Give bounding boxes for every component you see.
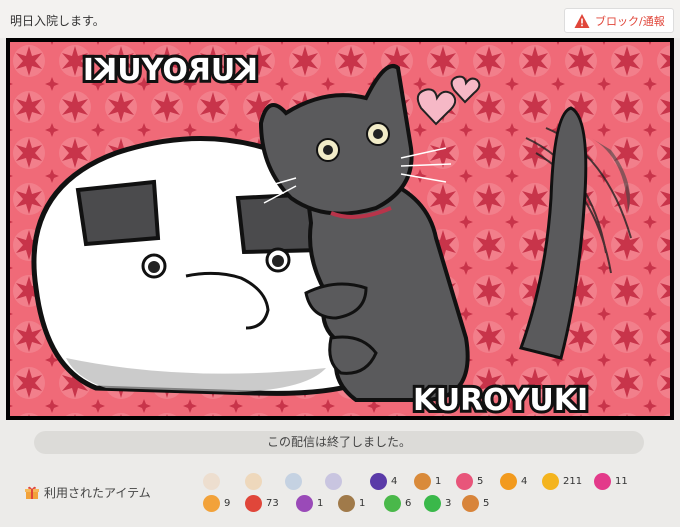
shoe-icon (296, 494, 313, 512)
item-count: 73 (266, 497, 279, 509)
used-item (325, 471, 346, 491)
green-text-icon (424, 494, 441, 512)
stick-icon (338, 494, 355, 512)
bear-icon (414, 472, 431, 490)
video-player[interactable]: KUROYUKI KUROYUKI (6, 38, 674, 420)
item-count: 4 (521, 475, 528, 487)
glowsticks-icon (384, 494, 401, 512)
used-item (245, 471, 266, 491)
ko-icon (203, 494, 220, 512)
used-item (203, 471, 224, 491)
used-item: 1 (414, 471, 441, 491)
block-report-button[interactable]: ブロック/通報 (564, 8, 674, 33)
item-count: 5 (483, 497, 490, 509)
logo-text-top: KUROYUKI (80, 50, 261, 91)
broadcast-title: 明日入院します。 (10, 14, 105, 28)
disc-icon (285, 472, 302, 490)
candy-icon (456, 472, 473, 490)
svg-text:KUROYUKI: KUROYUKI (83, 53, 258, 88)
purple-firework-icon (370, 472, 387, 490)
top-bar: 明日入院します。 ブロック/通報 (0, 0, 680, 38)
gift-icon (25, 486, 39, 499)
used-item: 6 (384, 493, 411, 513)
pink-text-icon (594, 472, 611, 490)
block-report-label: ブロック/通報 (595, 14, 665, 28)
item-count: 11 (615, 475, 628, 487)
used-item: 3 (424, 493, 451, 513)
orange-icon (500, 472, 517, 490)
broadcast-ended-message: この配信は終了しました。 (34, 431, 644, 454)
item-count: 3 (445, 497, 452, 509)
item-count: 6 (405, 497, 412, 509)
used-item: 9 (203, 493, 230, 513)
megaphone-icon (245, 494, 262, 512)
item-count: 1 (435, 475, 442, 487)
used-item: 211 (542, 471, 582, 491)
box-icon (462, 494, 479, 512)
used-item: 5 (462, 493, 489, 513)
item-count: 5 (477, 475, 484, 487)
used-items-label: 利用されたアイテム (44, 486, 151, 500)
item-count: 9 (224, 497, 231, 509)
used-item: 1 (296, 493, 323, 513)
used-item: 1 (338, 493, 365, 513)
broadcast-thumbnail-artwork: KUROYUKI KUROYUKI (10, 42, 670, 420)
firework-icon (325, 472, 342, 490)
used-item: 73 (245, 493, 279, 513)
used-items-label-group: 利用されたアイテム (25, 484, 151, 501)
item-count: 1 (359, 497, 366, 509)
item-count: 1 (317, 497, 324, 509)
svg-text:KUROYUKI: KUROYUKI (413, 383, 588, 418)
warning-icon (574, 13, 590, 28)
logo-text-bottom: KUROYUKI (410, 380, 591, 420)
used-item: 4 (500, 471, 527, 491)
item-count: 4 (391, 475, 398, 487)
used-item: 4 (370, 471, 397, 491)
balloon-icon (542, 472, 559, 490)
used-item (285, 471, 306, 491)
flag-icon (245, 472, 262, 490)
used-item: 11 (594, 471, 628, 491)
item-count: 211 (563, 475, 583, 487)
cake-icon (203, 472, 220, 490)
used-item: 5 (456, 471, 483, 491)
